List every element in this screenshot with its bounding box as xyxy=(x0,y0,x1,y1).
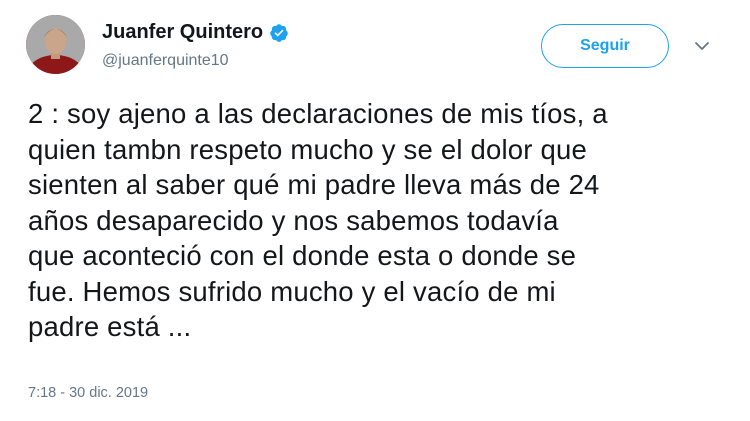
display-name[interactable]: Juanfer Quintero xyxy=(102,21,263,44)
verified-badge-icon xyxy=(270,23,288,42)
avatar[interactable] xyxy=(26,15,85,74)
tweet-text: 2 : soy ajeno a las declaraciones de mis… xyxy=(28,98,608,342)
follow-button[interactable]: Seguir xyxy=(541,24,669,68)
tweet-timestamp[interactable]: 7:18 - 30 dic. 2019 xyxy=(28,385,148,401)
chevron-down-icon[interactable] xyxy=(694,40,710,52)
user-handle[interactable]: @juanferquinte10 xyxy=(102,52,229,70)
user-name-row: Juanfer Quintero xyxy=(102,21,289,44)
